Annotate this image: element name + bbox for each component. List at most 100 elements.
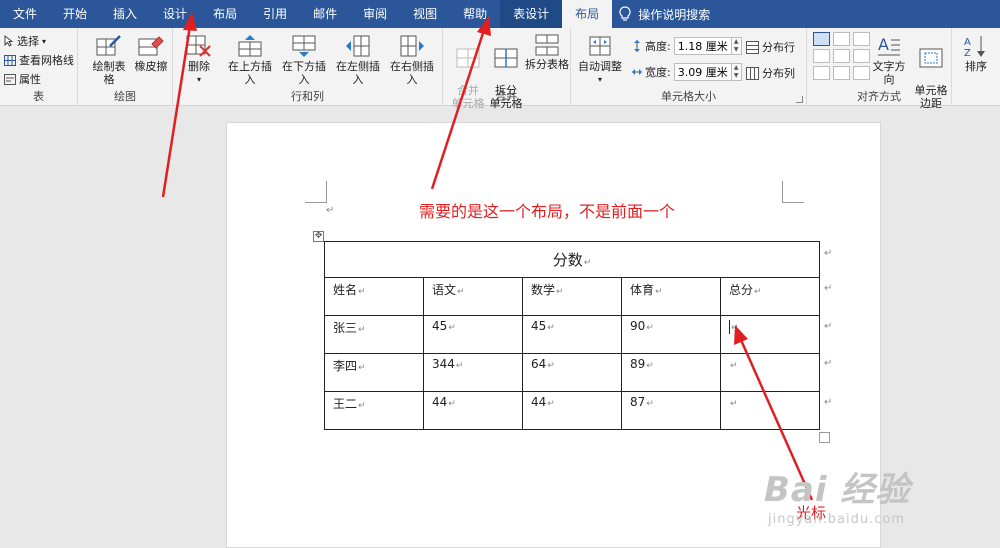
table-resize-handle-icon[interactable] bbox=[819, 432, 830, 443]
properties-label: 属性 bbox=[19, 73, 41, 86]
eraser-icon bbox=[138, 36, 164, 56]
table-cell[interactable]: 姓名↵ bbox=[324, 277, 424, 316]
insert-below-button[interactable]: 在下方插入 bbox=[277, 34, 331, 86]
insert-right-button[interactable]: 在右侧插入 bbox=[385, 34, 439, 86]
properties-button[interactable]: 属性 bbox=[4, 71, 41, 87]
split-cells-icon bbox=[494, 48, 518, 68]
table-cell[interactable]: 44↵ bbox=[522, 391, 622, 430]
row-end-mark-icon: ↵ bbox=[824, 397, 833, 408]
table-cell[interactable]: 总分↵ bbox=[720, 277, 820, 316]
tab-mailings[interactable]: 邮件 bbox=[300, 0, 350, 28]
tab-home[interactable]: 开始 bbox=[50, 0, 100, 28]
table-cell[interactable]: 语文↵ bbox=[423, 277, 523, 316]
insert-above-button[interactable]: 在上方插入 bbox=[223, 34, 277, 86]
split-table-label: 拆分表格 bbox=[525, 58, 569, 71]
table-cell[interactable]: 45↵ bbox=[522, 315, 622, 354]
cell-text: 90 bbox=[630, 319, 646, 333]
align-top-left-icon[interactable] bbox=[813, 32, 830, 46]
tell-me-label: 操作说明搜索 bbox=[638, 7, 711, 22]
view-gridlines-button[interactable]: 查看网格线 bbox=[4, 52, 74, 68]
cell-size-dialog-launcher[interactable] bbox=[796, 96, 803, 103]
margin-corner-top-right bbox=[782, 181, 804, 203]
insert-left-button[interactable]: 在左侧插入 bbox=[331, 34, 385, 86]
sort-button[interactable]: AZ 排序 bbox=[958, 34, 994, 73]
table-cell[interactable]: 张三↵ bbox=[324, 315, 424, 354]
cell-text: 李四 bbox=[333, 359, 358, 373]
distribute-columns-label: 分布列 bbox=[762, 67, 795, 80]
table-cell[interactable]: ↵ bbox=[720, 391, 820, 430]
table-cell[interactable]: 44↵ bbox=[423, 391, 523, 430]
table-move-handle-icon[interactable]: ✥ bbox=[313, 231, 324, 242]
distribute-rows-icon bbox=[746, 40, 759, 54]
table-cell[interactable]: ↵ bbox=[720, 353, 820, 392]
split-table-button[interactable]: 拆分表格 bbox=[525, 34, 569, 71]
watermark-logo: Bai 经验 bbox=[764, 470, 911, 510]
draw-table-button[interactable]: 绘制表格 bbox=[88, 34, 130, 86]
tab-design[interactable]: 设计 bbox=[150, 0, 200, 28]
align-bottom-right-icon[interactable] bbox=[853, 66, 870, 80]
distribute-rows-button[interactable]: 分布行 bbox=[746, 39, 795, 55]
column-width-spinner[interactable]: ▲ ▼ bbox=[731, 63, 742, 81]
tab-references[interactable]: 引用 bbox=[250, 0, 300, 28]
text-direction-button[interactable]: A 文字方向 bbox=[869, 34, 909, 86]
cell-text: 44 bbox=[432, 395, 448, 409]
group-label-cell-size: 单元格大小 bbox=[661, 90, 716, 103]
table-cell[interactable]: 344↵ bbox=[423, 353, 523, 392]
table-cell[interactable]: 数学↵ bbox=[522, 277, 622, 316]
tell-me-search[interactable]: 操作说明搜索 bbox=[618, 6, 710, 23]
header-name: 姓名 bbox=[333, 283, 358, 297]
row-height-control: 高度: ▲▼ bbox=[631, 37, 742, 55]
align-top-center-icon[interactable] bbox=[833, 32, 850, 46]
table-row: 王二↵ 44↵ 44↵ 87↵ ↵ bbox=[324, 391, 820, 430]
tab-insert[interactable]: 插入 bbox=[100, 0, 150, 28]
distribute-columns-button[interactable]: 分布列 bbox=[746, 65, 795, 81]
cell-margins-icon bbox=[919, 48, 943, 68]
table-cell[interactable]: 45↵ bbox=[423, 315, 523, 354]
watermark-url: jingyan.baidu.com bbox=[768, 512, 905, 527]
group-label-table: 表 bbox=[33, 90, 44, 103]
delete-label: 删除 bbox=[188, 60, 210, 73]
select-button[interactable]: 选择 ▾ bbox=[4, 33, 46, 49]
table-cell[interactable]: 87↵ bbox=[621, 391, 721, 430]
header-pe: 体育 bbox=[630, 283, 655, 297]
eraser-button[interactable]: 橡皮擦 bbox=[132, 34, 170, 73]
align-bottom-left-icon[interactable] bbox=[813, 66, 830, 80]
table-cell[interactable]: 64↵ bbox=[522, 353, 622, 392]
cell-text: 王二 bbox=[333, 397, 358, 411]
delete-button[interactable]: 删除 ▾ bbox=[181, 34, 217, 86]
tab-view[interactable]: 视图 bbox=[400, 0, 450, 28]
margin-corner-top-left bbox=[305, 181, 327, 203]
table-cell[interactable]: 89↵ bbox=[621, 353, 721, 392]
baidu-watermark: Bai 经验 jingyan.baidu.com bbox=[758, 462, 954, 544]
table-cell[interactable]: 体育↵ bbox=[621, 277, 721, 316]
annotation-text: 需要的是这一个布局，不是前面一个 bbox=[419, 202, 676, 221]
tab-table-layout[interactable]: 布局 bbox=[562, 0, 613, 28]
align-top-right-icon[interactable] bbox=[853, 32, 870, 46]
cell-text: 87 bbox=[630, 395, 646, 409]
tab-file[interactable]: 文件 bbox=[0, 0, 50, 28]
row-height-spinner[interactable]: ▲ ▼ bbox=[731, 37, 742, 55]
align-bottom-center-icon[interactable] bbox=[833, 66, 850, 80]
table-title-cell[interactable]: 分数↵ bbox=[324, 241, 820, 278]
table-cell[interactable]: 王二↵ bbox=[324, 391, 424, 430]
tab-help[interactable]: 帮助 bbox=[450, 0, 500, 28]
autofit-icon bbox=[589, 36, 611, 56]
align-middle-right-icon[interactable] bbox=[853, 49, 870, 63]
align-middle-center-icon[interactable] bbox=[833, 49, 850, 63]
header-total: 总分 bbox=[729, 283, 754, 297]
table-cell-active[interactable]: ↵ bbox=[720, 315, 820, 354]
tab-table-design[interactable]: 表设计 bbox=[500, 0, 563, 28]
table-cell[interactable]: 李四↵ bbox=[324, 353, 424, 392]
table-cell[interactable]: 90↵ bbox=[621, 315, 721, 354]
tab-review[interactable]: 审阅 bbox=[350, 0, 400, 28]
alignment-grid bbox=[813, 32, 871, 80]
autofit-button[interactable]: 自动调整 ▾ bbox=[575, 34, 625, 86]
row-height-input[interactable] bbox=[673, 37, 732, 55]
insert-below-icon bbox=[292, 35, 316, 57]
column-width-input[interactable] bbox=[673, 63, 732, 81]
align-middle-left-icon[interactable] bbox=[813, 49, 830, 63]
row-height-label: 高度: bbox=[645, 40, 671, 53]
row-end-mark-icon: ↵ bbox=[824, 321, 833, 332]
tab-page-layout[interactable]: 布局 bbox=[200, 0, 250, 28]
distribute-rows-label: 分布行 bbox=[762, 41, 795, 54]
